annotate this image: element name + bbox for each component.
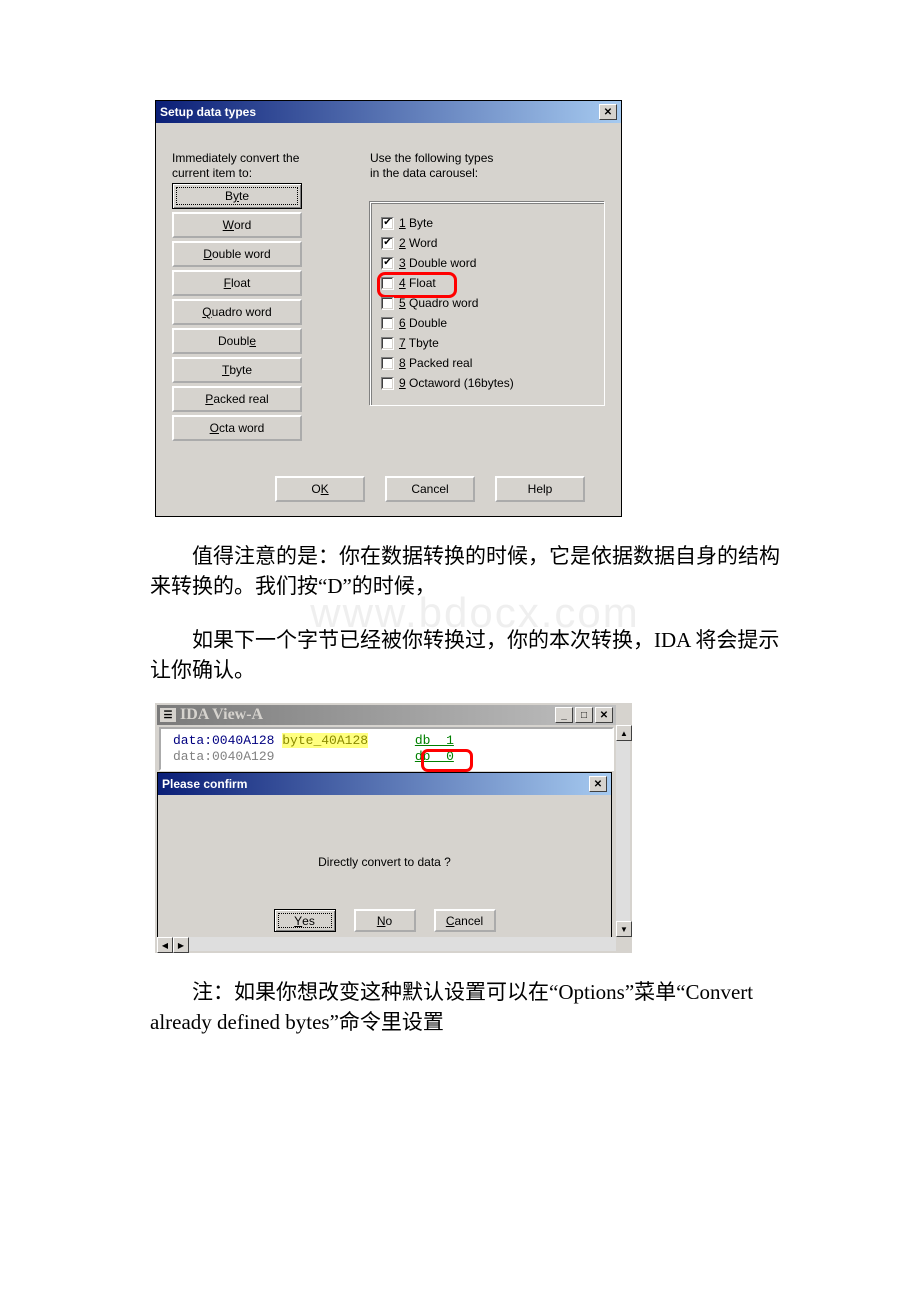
dialog-title: Setup data types	[160, 105, 597, 119]
cancel-button[interactable]: Cancel	[434, 909, 496, 932]
body-paragraph-2: 如果下一个字节已经被你转换过，你的本次转换，IDA 将会提示让你确认。	[150, 625, 800, 685]
window-icon: ☰	[160, 708, 176, 722]
no-button[interactable]: No	[354, 909, 416, 932]
dialog-titlebar: Setup data types ✕	[156, 101, 621, 123]
octa-word-button[interactable]: Octa word	[172, 415, 302, 441]
ida-disassembly[interactable]: data:0040A128 byte_40A128 db 1 data:0040…	[159, 727, 614, 771]
horizontal-scrollbar[interactable]: ◀ ▶	[157, 937, 616, 951]
confirm-dialog: Please confirm ✕ Directly convert to dat…	[157, 772, 612, 951]
check-float[interactable]: 4 Float	[381, 273, 592, 293]
cancel-button[interactable]: Cancel	[385, 476, 475, 502]
word-button[interactable]: Word	[172, 212, 302, 238]
check-double-word[interactable]: ✔3 Double word	[381, 253, 592, 273]
scroll-left-icon[interactable]: ◀	[157, 937, 173, 953]
quadro-word-button[interactable]: Quadro word	[172, 299, 302, 325]
check-tbyte[interactable]: 7 Tbyte	[381, 333, 592, 353]
scroll-right-icon[interactable]: ▶	[173, 937, 189, 953]
byte-button[interactable]: Byte	[172, 183, 302, 209]
left-label: Immediately convert the current item to:	[172, 151, 352, 181]
maximize-icon[interactable]: □	[575, 707, 593, 723]
double-button[interactable]: Double	[172, 328, 302, 354]
ida-view-window: ☰ IDA View-A _ □ ✕ data:0040A128 byte_40…	[155, 703, 632, 953]
check-double[interactable]: 6 Double	[381, 313, 592, 333]
right-label: Use the following types in the data caro…	[370, 151, 605, 181]
vertical-scrollbar[interactable]: ▲ ▼	[616, 725, 630, 937]
check-octaword[interactable]: 9 Octaword (16bytes)	[381, 373, 592, 393]
body-paragraph-1: 值得注意的是：你在数据转换的时候，它是依据数据自身的结构来转换的。我们按“D”的…	[150, 541, 800, 601]
ida-title: IDA View-A	[180, 706, 553, 724]
highlight-ring-icon	[421, 749, 473, 772]
packed-real-button[interactable]: Packed real	[172, 386, 302, 412]
ok-button[interactable]: OK	[275, 476, 365, 502]
body-paragraph-3: 注：如果你想改变这种默认设置可以在“Options”菜单“Convert alr…	[150, 977, 800, 1037]
check-packed-real[interactable]: 8 Packed real	[381, 353, 592, 373]
scroll-up-icon[interactable]: ▲	[616, 725, 632, 741]
check-byte[interactable]: ✔1 Byte	[381, 213, 592, 233]
minimize-icon[interactable]: _	[555, 707, 573, 723]
yes-button[interactable]: Yes	[274, 909, 336, 932]
close-icon[interactable]: ✕	[589, 776, 607, 792]
double-word-button[interactable]: Double word	[172, 241, 302, 267]
carousel-groupbox: ✔1 Byte ✔2 Word ✔3 Double word 4 Float 5…	[370, 202, 605, 406]
close-icon[interactable]: ✕	[599, 104, 617, 120]
confirm-titlebar: Please confirm ✕	[158, 773, 611, 795]
check-quadro-word[interactable]: 5 Quadro word	[381, 293, 592, 313]
float-button[interactable]: Float	[172, 270, 302, 296]
check-word[interactable]: ✔2 Word	[381, 233, 592, 253]
tbyte-button[interactable]: Tbyte	[172, 357, 302, 383]
help-button[interactable]: Help	[495, 476, 585, 502]
ida-titlebar: ☰ IDA View-A _ □ ✕	[157, 705, 616, 725]
scroll-down-icon[interactable]: ▼	[616, 921, 632, 937]
confirm-message: Directly convert to data ?	[168, 805, 601, 909]
close-icon[interactable]: ✕	[595, 707, 613, 723]
setup-data-types-dialog: Setup data types ✕ Immediately convert t…	[155, 100, 622, 517]
confirm-title: Please confirm	[162, 777, 587, 791]
